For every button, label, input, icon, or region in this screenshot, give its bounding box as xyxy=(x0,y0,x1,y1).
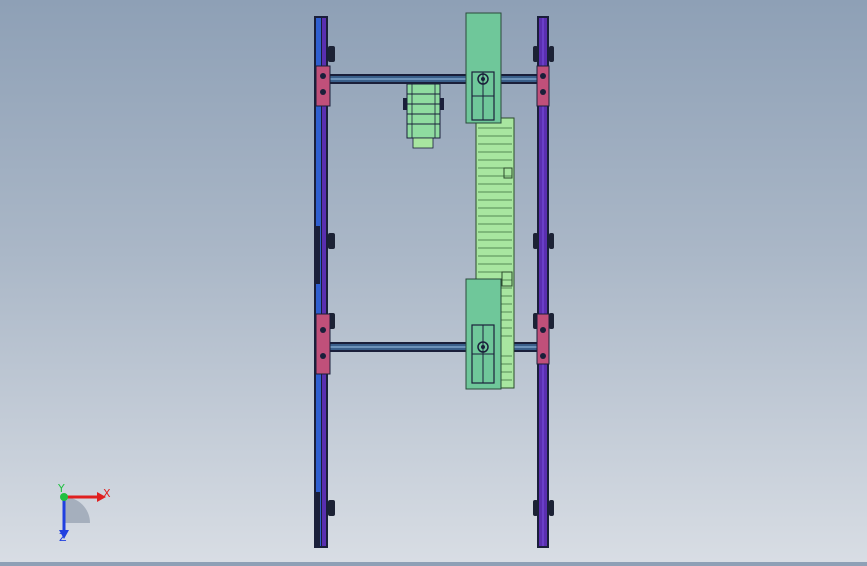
cad-viewport[interactable]: X Y Z xyxy=(0,0,867,562)
rail-wheels xyxy=(328,46,554,516)
x-axis-label: X xyxy=(103,487,111,500)
orientation-triad: X Y Z xyxy=(57,482,111,544)
assembly-drawing: X Y Z xyxy=(57,12,554,548)
z-axis-label: Z xyxy=(59,531,67,544)
y-axis-label: Y xyxy=(57,482,65,495)
hoist-unit[interactable] xyxy=(403,83,444,149)
lower-trolley[interactable] xyxy=(465,278,502,390)
upper-trolley[interactable] xyxy=(465,12,502,124)
